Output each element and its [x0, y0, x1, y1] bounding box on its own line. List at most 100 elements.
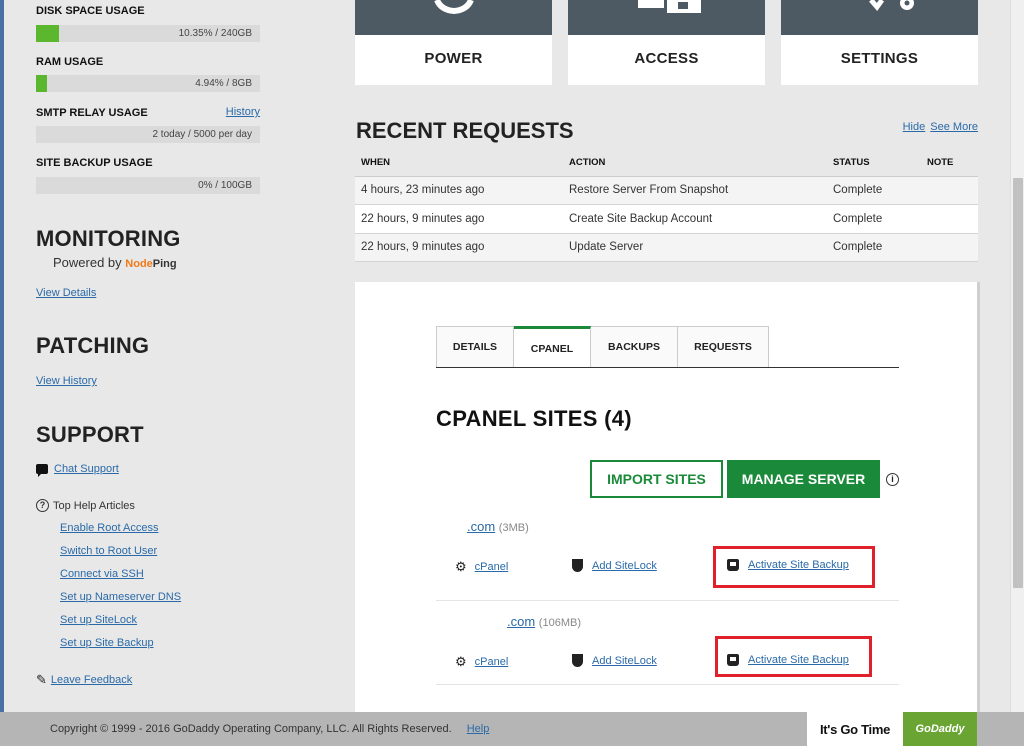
site-2-domain-link[interactable]: .com: [507, 614, 535, 629]
import-sites-button[interactable]: IMPORT SITES: [590, 460, 723, 498]
see-more-link[interactable]: See More: [930, 121, 978, 133]
column-header: NOTE: [921, 150, 978, 177]
info-icon[interactable]: i: [886, 473, 899, 486]
site-2-name: .com (106MB): [507, 614, 581, 629]
site-1-domain-link[interactable]: .com: [467, 519, 495, 534]
chat-bubble-icon: [36, 464, 48, 477]
view-history-link[interactable]: View History: [36, 375, 97, 387]
site-2-size: (106MB): [538, 617, 581, 629]
its-go-time-banner[interactable]: It's Go Time: [807, 712, 903, 746]
footer-right-fill: [977, 712, 1024, 746]
footer-copyright: Copyright © 1999 - 2016 GoDaddy Operatin…: [50, 723, 489, 735]
disk-usage-value: 10.35% / 240GB: [178, 28, 252, 39]
ram-usage-value: 4.94% / 8GB: [195, 78, 252, 89]
cpanel-link[interactable]: cPanel: [475, 561, 509, 573]
powered-by-text: Powered by: [53, 255, 122, 270]
gear-icon: ⚙: [455, 654, 467, 669]
column-header: STATUS: [827, 150, 921, 177]
site-2-sitelock[interactable]: Add SiteLock: [572, 654, 657, 667]
gear-icon: ⚙: [455, 559, 467, 574]
chat-support-link[interactable]: Chat Support: [54, 463, 119, 475]
smtp-usage-value: 2 today / 5000 per day: [152, 129, 252, 140]
site-1-sitelock[interactable]: Add SiteLock: [572, 559, 657, 572]
ram-usage-label: RAM USAGE: [36, 56, 104, 68]
settings-card[interactable]: SETTINGS: [781, 0, 978, 85]
cpanel-link[interactable]: cPanel: [475, 656, 509, 668]
nodeping-logo-part1: Node: [125, 258, 153, 270]
backup-usage-bar: 0% / 100GB: [36, 177, 260, 194]
access-icon-area: [568, 0, 765, 35]
add-sitelock-link[interactable]: Add SiteLock: [592, 560, 657, 572]
copyright-text: Copyright © 1999 - 2016 GoDaddy Operatin…: [50, 723, 452, 735]
cpanel-panel: DETAILS CPANEL BACKUPS REQUESTS CPANEL S…: [355, 282, 980, 712]
smtp-usage-bar: 2 today / 5000 per day: [36, 126, 260, 143]
recent-requests-table: WHEN ACTION STATUS NOTE 4 hours, 23 minu…: [355, 150, 978, 262]
request-note: [921, 233, 978, 262]
tab-bar: DETAILS CPANEL BACKUPS REQUESTS: [436, 326, 769, 368]
tab-underline: [436, 367, 899, 368]
disk-usage-fill: [36, 25, 59, 42]
recent-requests-title: RECENT REQUESTS: [356, 118, 574, 143]
footer-help-link[interactable]: Help: [467, 723, 490, 735]
site-1-size: (3MB): [498, 522, 529, 534]
pencil-icon: ✎: [36, 672, 47, 687]
ram-usage-bar: 4.94% / 8GB: [36, 75, 260, 92]
tab-details[interactable]: DETAILS: [437, 327, 514, 367]
table-row: 22 hours, 9 minutes ago Create Site Back…: [355, 204, 978, 234]
request-when: 4 hours, 23 minutes ago: [355, 176, 563, 205]
site-2-cpanel[interactable]: ⚙ cPanel: [455, 654, 508, 670]
godaddy-logo[interactable]: GoDaddy: [903, 712, 977, 746]
help-article-link[interactable]: Set up Nameserver DNS: [60, 591, 181, 603]
power-icon-area: [355, 0, 552, 35]
shield-icon: [572, 559, 583, 572]
access-card-label: ACCESS: [634, 50, 699, 67]
site-1-cpanel[interactable]: ⚙ cPanel: [455, 559, 508, 575]
help-article-link[interactable]: Enable Root Access: [60, 522, 158, 534]
add-sitelock-link[interactable]: Add SiteLock: [592, 655, 657, 667]
disk-usage-bar: 10.35% / 240GB: [36, 25, 260, 42]
nodeping-logo-part2: Ping: [152, 258, 177, 270]
shield-icon: [572, 654, 583, 667]
request-action: Restore Server From Snapshot: [563, 176, 827, 205]
tab-backups[interactable]: BACKUPS: [591, 327, 678, 367]
site-separator: [436, 684, 899, 685]
highlight-box: [715, 636, 872, 677]
table-row: 22 hours, 9 minutes ago Update Server Co…: [355, 233, 978, 262]
request-action: Update Server: [563, 233, 827, 262]
page-scrollbar[interactable]: [1010, 0, 1024, 712]
help-article-link[interactable]: Switch to Root User: [60, 545, 157, 557]
request-when: 22 hours, 9 minutes ago: [355, 233, 563, 262]
request-status: Complete: [827, 204, 921, 234]
view-details-link[interactable]: View Details: [36, 287, 96, 299]
help-articles-heading: ? Top Help Articles: [36, 499, 135, 512]
request-when: 22 hours, 9 minutes ago: [355, 204, 563, 234]
tab-cpanel[interactable]: CPANEL: [514, 326, 591, 368]
leave-feedback[interactable]: ✎ Leave Feedback: [36, 672, 132, 688]
site-separator: [436, 600, 899, 601]
leave-feedback-link[interactable]: Leave Feedback: [51, 674, 132, 686]
settings-card-label: SETTINGS: [840, 50, 919, 67]
left-edge-strip: [0, 0, 4, 712]
manage-server-button[interactable]: MANAGE SERVER: [727, 460, 880, 498]
help-article-link[interactable]: Connect via SSH: [60, 568, 144, 580]
request-note: [921, 204, 978, 234]
request-action: Create Site Backup Account: [563, 204, 827, 234]
tab-requests[interactable]: REQUESTS: [678, 327, 768, 367]
chat-support[interactable]: Chat Support: [36, 463, 119, 477]
help-article-link[interactable]: Set up Site Backup: [60, 637, 154, 649]
smtp-history-link[interactable]: History: [226, 106, 260, 118]
table-row: 4 hours, 23 minutes ago Restore Server F…: [355, 176, 978, 205]
column-header: ACTION: [563, 150, 827, 177]
smtp-usage-label: SMTP RELAY USAGE: [36, 107, 148, 119]
column-header: WHEN: [355, 150, 563, 177]
cpanel-sites-title: CPANEL SITES (4): [436, 406, 632, 431]
scrollbar-thumb[interactable]: [1013, 178, 1023, 588]
access-card[interactable]: ACCESS: [568, 0, 765, 85]
help-article-link[interactable]: Set up SiteLock: [60, 614, 137, 626]
hide-link[interactable]: Hide: [903, 121, 926, 133]
power-card[interactable]: POWER: [355, 0, 552, 85]
backup-usage-value: 0% / 100GB: [198, 180, 252, 191]
recent-requests-links: Hide See More: [901, 121, 978, 133]
monitoring-title: MONITORING: [36, 226, 181, 251]
table-header-row: WHEN ACTION STATUS NOTE: [355, 150, 978, 177]
